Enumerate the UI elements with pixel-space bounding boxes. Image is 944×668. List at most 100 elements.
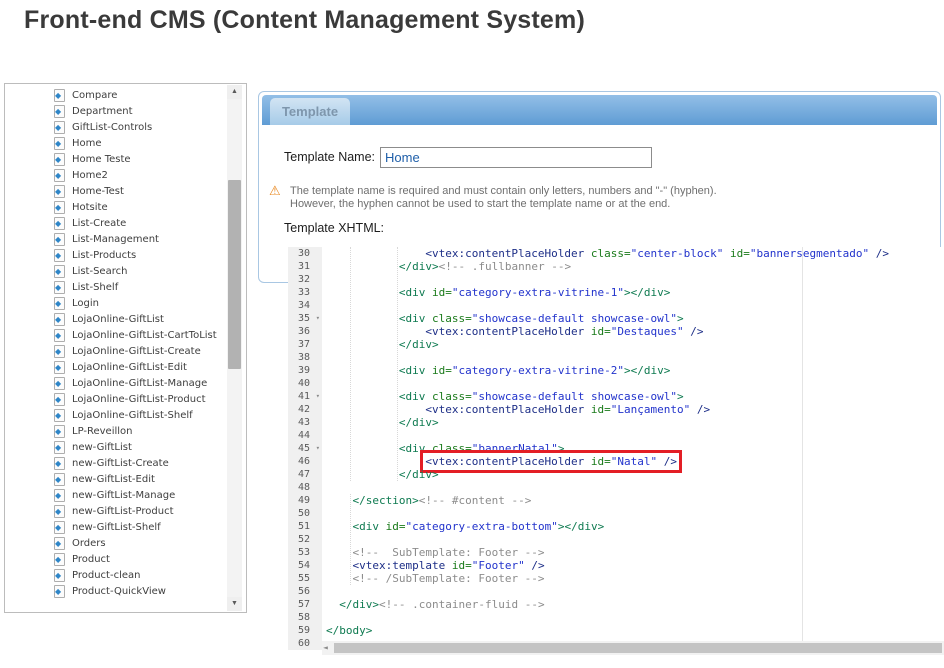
- tree-item[interactable]: Home2: [5, 167, 222, 183]
- code-row[interactable]: 36 <vtex:contentPlaceHolder id="Destaque…: [288, 325, 944, 338]
- code-row[interactable]: 38: [288, 351, 944, 364]
- code-line[interactable]: [322, 351, 326, 364]
- code-row[interactable]: 58: [288, 611, 944, 624]
- code-row[interactable]: 47 </div>: [288, 468, 944, 481]
- code-line[interactable]: </div><!-- .container-fluid -->: [322, 598, 545, 611]
- code-line[interactable]: [322, 533, 326, 546]
- code-row[interactable]: 40: [288, 377, 944, 390]
- code-row[interactable]: 35▾ <div class="showcase-default showcas…: [288, 312, 944, 325]
- code-row[interactable]: 45▾ <div class="bannerNatal">: [288, 442, 944, 455]
- fold-arrow-icon[interactable]: ▾: [316, 390, 320, 403]
- tree-item[interactable]: new-GiftList-Shelf: [5, 519, 222, 535]
- code-line[interactable]: </div>: [322, 338, 439, 351]
- tree-item[interactable]: GiftList-Controls: [5, 119, 222, 135]
- tree-item[interactable]: List-Create: [5, 215, 222, 231]
- tree-item[interactable]: LojaOnline-GiftList-Product: [5, 391, 222, 407]
- code-line[interactable]: </section><!-- #content -->: [322, 494, 531, 507]
- code-line[interactable]: [322, 299, 326, 312]
- code-row[interactable]: 54 <vtex:template id="Footer" />: [288, 559, 944, 572]
- code-row[interactable]: 53 <!-- SubTemplate: Footer -->: [288, 546, 944, 559]
- tree-scrollbar-thumb[interactable]: [228, 180, 241, 369]
- code-line[interactable]: [322, 611, 326, 624]
- tree-item[interactable]: List-Search: [5, 263, 222, 279]
- tree-item[interactable]: LP-Reveillon: [5, 423, 222, 439]
- xhtml-code-editor[interactable]: 30 <vtex:contentPlaceHolder class="cente…: [288, 247, 944, 656]
- code-line[interactable]: </body>: [322, 624, 372, 637]
- code-row[interactable]: 48: [288, 481, 944, 494]
- tree-item[interactable]: new-GiftList: [5, 439, 222, 455]
- code-line[interactable]: [322, 585, 326, 598]
- tree-item[interactable]: LojaOnline-GiftList-Edit: [5, 359, 222, 375]
- code-row[interactable]: 43 </div>: [288, 416, 944, 429]
- tree-item[interactable]: Login: [5, 295, 222, 311]
- code-line[interactable]: <div id="category-extra-bottom"></div>: [322, 520, 604, 533]
- tree-item[interactable]: Department: [5, 103, 222, 119]
- scroll-down-icon[interactable]: ▼: [227, 597, 242, 611]
- code-row[interactable]: 42 <vtex:contentPlaceHolder id="Lançamen…: [288, 403, 944, 416]
- h-scrollbar-thumb[interactable]: [334, 643, 942, 653]
- code-line[interactable]: [322, 273, 326, 286]
- code-line[interactable]: [322, 377, 326, 390]
- code-line[interactable]: <vtex:contentPlaceHolder id="Lançamento"…: [322, 403, 710, 416]
- tree-item[interactable]: new-GiftList-Create: [5, 455, 222, 471]
- tree-item[interactable]: LojaOnline-GiftList-Shelf: [5, 407, 222, 423]
- tree-item[interactable]: LojaOnline-GiftList-CartToList: [5, 327, 222, 343]
- code-row[interactable]: 41▾ <div class="showcase-default showcas…: [288, 390, 944, 403]
- code-row[interactable]: 55 <!-- /SubTemplate: Footer -->: [288, 572, 944, 585]
- code-row[interactable]: 44: [288, 429, 944, 442]
- tree-item[interactable]: Orders: [5, 535, 222, 551]
- tree-item[interactable]: new-GiftList-Manage: [5, 487, 222, 503]
- tree-item[interactable]: new-GiftList-Product: [5, 503, 222, 519]
- code-row[interactable]: 30 <vtex:contentPlaceHolder class="cente…: [288, 247, 944, 260]
- code-line[interactable]: <div id="category-extra-vitrine-2"></div…: [322, 364, 670, 377]
- tree-item[interactable]: Product-QuickView: [5, 583, 222, 599]
- code-line[interactable]: <div id="category-extra-vitrine-1"></div…: [322, 286, 670, 299]
- code-line[interactable]: [322, 507, 326, 520]
- code-row[interactable]: 31 </div><!-- .fullbanner -->: [288, 260, 944, 273]
- code-line[interactable]: </div>: [322, 468, 439, 481]
- tree-item[interactable]: new-GiftList-Edit: [5, 471, 222, 487]
- code-line[interactable]: <vtex:contentPlaceHolder class="center-b…: [322, 247, 889, 260]
- code-line[interactable]: [322, 481, 326, 494]
- code-line[interactable]: <div class="bannerNatal">: [322, 442, 564, 455]
- code-row[interactable]: 32: [288, 273, 944, 286]
- tree-item[interactable]: Home Teste: [5, 151, 222, 167]
- code-line[interactable]: <vtex:contentPlaceHolder id="Destaques" …: [322, 325, 704, 338]
- code-row[interactable]: 56: [288, 585, 944, 598]
- h-scrollbar[interactable]: ◄: [322, 641, 944, 655]
- code-row[interactable]: 51 <div id="category-extra-bottom"></div…: [288, 520, 944, 533]
- tree-item[interactable]: Product: [5, 551, 222, 567]
- template-name-input[interactable]: [380, 147, 652, 168]
- code-row[interactable]: 52: [288, 533, 944, 546]
- tree-item[interactable]: List-Management: [5, 231, 222, 247]
- code-row[interactable]: 59</body>: [288, 624, 944, 637]
- code-line[interactable]: <vtex:contentPlaceHolder id="Natal" />: [322, 455, 677, 468]
- tree-scrollbar[interactable]: ▲ ▼: [227, 85, 242, 611]
- tree-item[interactable]: Home-Test: [5, 183, 222, 199]
- tree-item[interactable]: Home: [5, 135, 222, 151]
- code-line[interactable]: </div>: [322, 416, 439, 429]
- tree-item[interactable]: Hotsite: [5, 199, 222, 215]
- code-row[interactable]: 50: [288, 507, 944, 520]
- code-line[interactable]: <vtex:template id="Footer" />: [322, 559, 545, 572]
- code-line[interactable]: <!-- /SubTemplate: Footer -->: [322, 572, 545, 585]
- scroll-left-icon[interactable]: ◄: [323, 644, 328, 652]
- code-row[interactable]: 33 <div id="category-extra-vitrine-1"></…: [288, 286, 944, 299]
- code-line[interactable]: <div class="showcase-default showcase-ow…: [322, 390, 684, 403]
- tree-item[interactable]: List-Shelf: [5, 279, 222, 295]
- tree-item[interactable]: List-Products: [5, 247, 222, 263]
- code-row[interactable]: 39 <div id="category-extra-vitrine-2"></…: [288, 364, 944, 377]
- tree-item[interactable]: LojaOnline-GiftList: [5, 311, 222, 327]
- tree-item[interactable]: LojaOnline-GiftList-Create: [5, 343, 222, 359]
- code-line[interactable]: <!-- SubTemplate: Footer -->: [322, 546, 545, 559]
- tree-item[interactable]: Compare: [5, 87, 222, 103]
- code-line[interactable]: </div><!-- .fullbanner -->: [322, 260, 571, 273]
- code-row[interactable]: 37 </div>: [288, 338, 944, 351]
- code-line[interactable]: <div class="showcase-default showcase-ow…: [322, 312, 684, 325]
- scroll-up-icon[interactable]: ▲: [227, 85, 242, 99]
- tree-item[interactable]: Product-clean: [5, 567, 222, 583]
- code-row[interactable]: 49 </section><!-- #content -->: [288, 494, 944, 507]
- code-row[interactable]: 57 </div><!-- .container-fluid -->: [288, 598, 944, 611]
- code-row[interactable]: 34: [288, 299, 944, 312]
- code-line[interactable]: [322, 429, 326, 442]
